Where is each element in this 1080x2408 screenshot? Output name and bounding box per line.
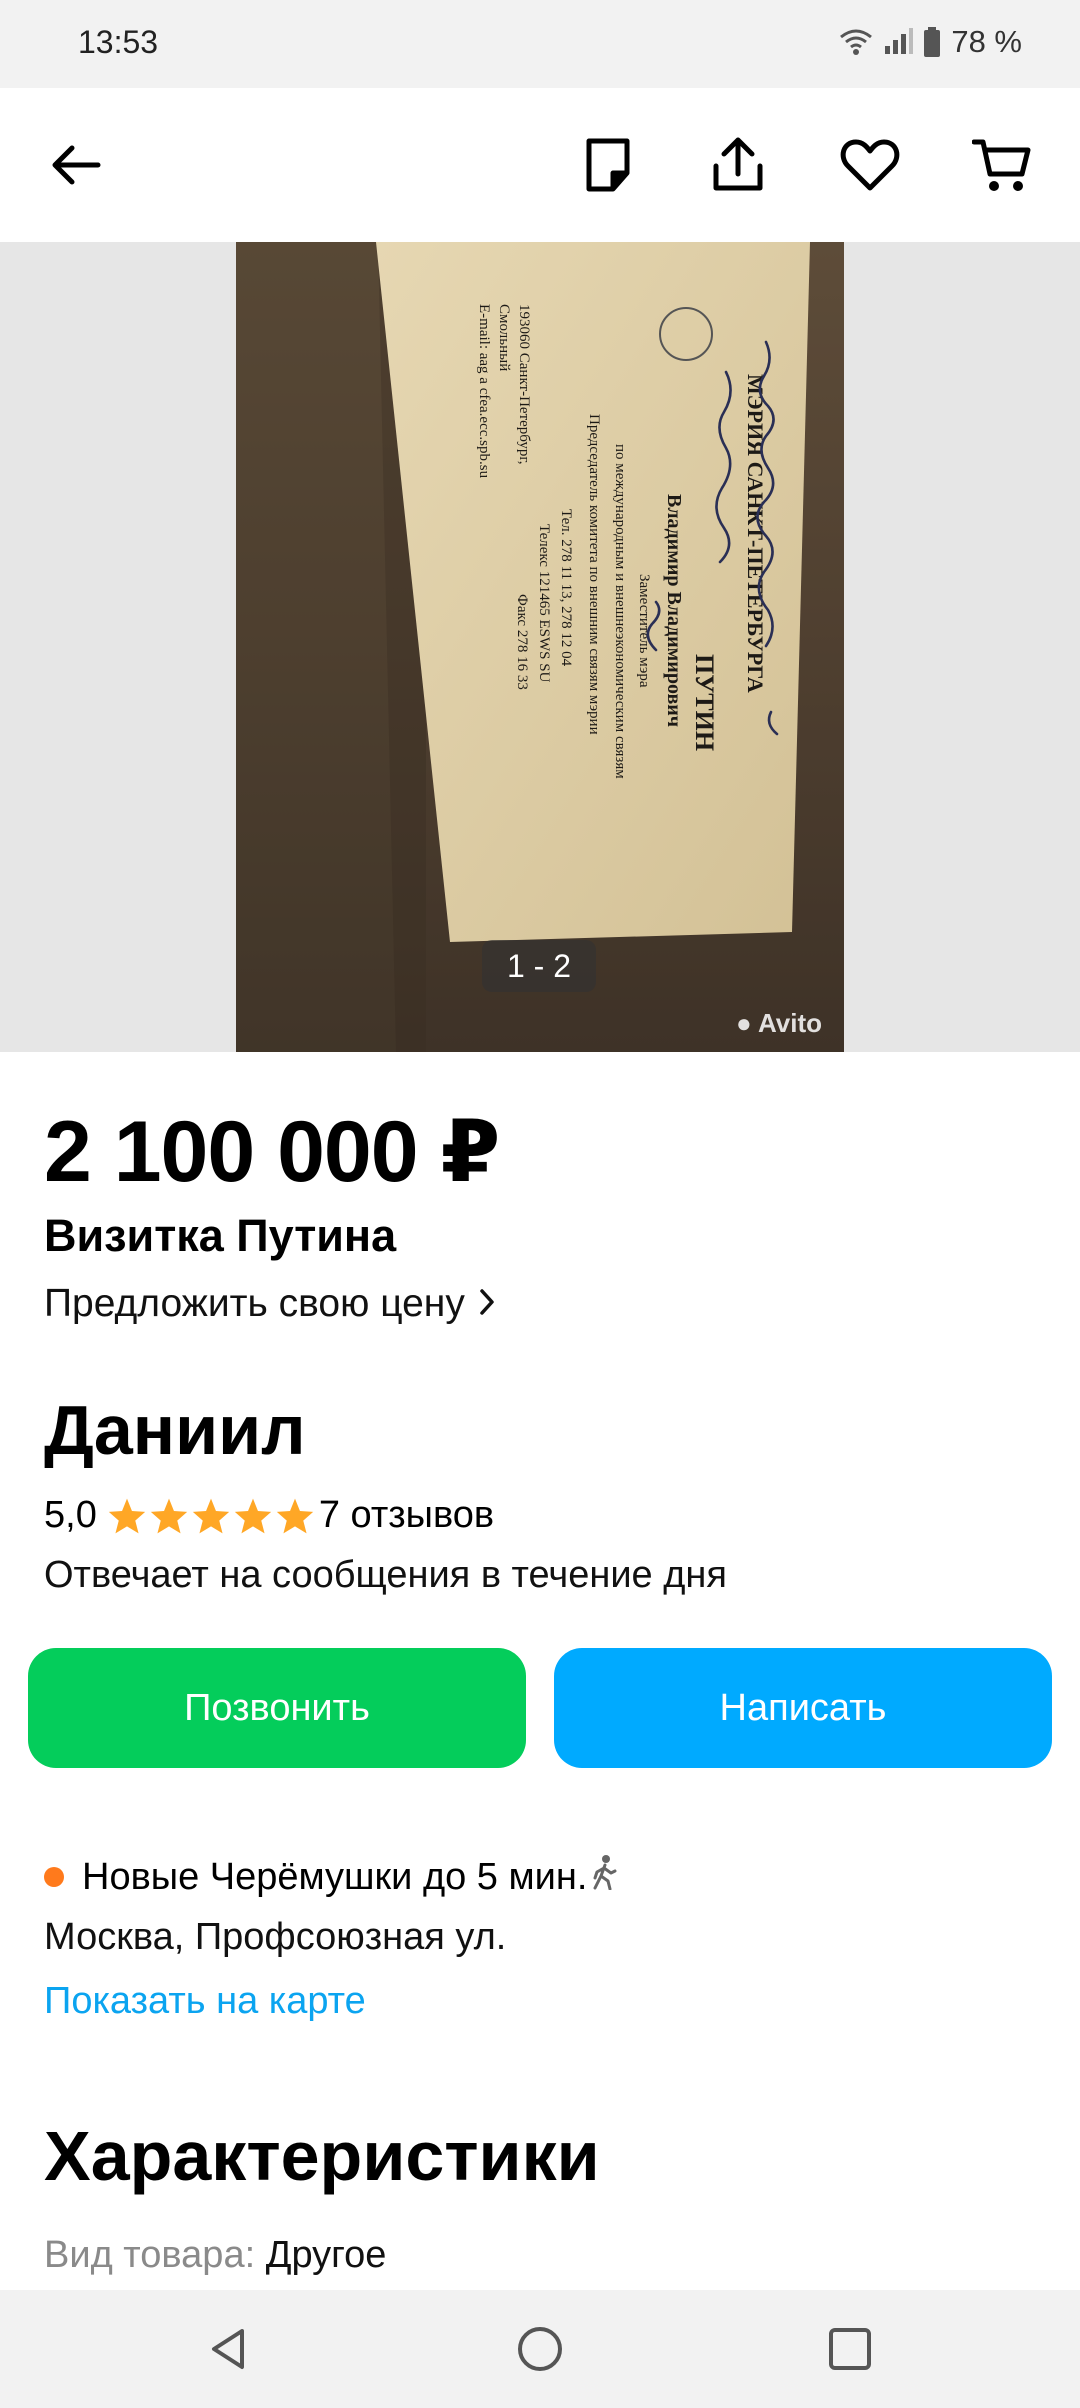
seller-name[interactable]: Даниил: [44, 1390, 306, 1470]
avito-logo-icon: ●: [736, 1008, 758, 1038]
share-icon[interactable]: [698, 125, 778, 205]
status-icons: 78 %: [839, 24, 1022, 60]
card-position-3: Председатель комитета по внешним связям …: [586, 414, 602, 735]
characteristic-row: Вид товара: Другое: [44, 2234, 386, 2277]
seller-rating[interactable]: 5,0 7 отзывов: [44, 1494, 494, 1537]
address: Москва, Профсоюзная ул.: [44, 1916, 507, 1958]
top-toolbar: [0, 88, 1080, 242]
listing-title: Визитка Путина: [44, 1210, 397, 1261]
walking-icon: [591, 1854, 617, 1900]
show-on-map-link[interactable]: Показать на карте: [44, 1980, 366, 2023]
card-telex: Телекс 121465 ESWS SU: [536, 524, 552, 683]
write-button[interactable]: Написать: [554, 1648, 1052, 1768]
star-icon: [108, 1498, 146, 1533]
star-icon: [192, 1498, 230, 1533]
listing-photo[interactable]: МЭРИЯ САНКТ-ПЕТЕРБУРГА ПУТИН Владимир Вл…: [236, 242, 844, 1052]
signal-icon: [883, 28, 914, 56]
photo-gallery[interactable]: МЭРИЯ САНКТ-ПЕТЕРБУРГА ПУТИН Владимир Вл…: [0, 242, 1080, 1052]
photo-counter: 1 - 2: [482, 940, 596, 992]
response-time: Отвечает на сообщения в течение дня: [44, 1554, 727, 1596]
card-name: ПУТИН: [690, 654, 719, 751]
heart-icon[interactable]: [830, 125, 910, 205]
star-icon: [150, 1498, 188, 1533]
battery-icon: [923, 27, 941, 57]
rating-stars: [107, 1497, 315, 1535]
characteristic-key: Вид товара:: [44, 2234, 256, 2276]
wifi-icon: [839, 28, 873, 56]
back-arrow-icon[interactable]: [36, 125, 116, 205]
nav-recents-icon[interactable]: [815, 2314, 885, 2384]
avito-watermark: ● Avito: [736, 1008, 822, 1039]
battery-percent: 78 %: [951, 24, 1022, 59]
reviews-link[interactable]: 7 отзывов: [319, 1494, 494, 1537]
rating-value: 5,0: [44, 1494, 97, 1536]
chevron-right-icon: [479, 1282, 495, 1326]
status-time: 13:53: [78, 24, 159, 60]
metro-label: Новые Черёмушки до 5 мин.: [82, 1855, 588, 1898]
card-fax: Факс 278 16 33: [514, 594, 530, 690]
note-icon[interactable]: [568, 125, 648, 205]
characteristics-title: Характеристики: [44, 2117, 600, 2195]
avito-watermark-text: Avito: [757, 1008, 823, 1038]
metro-line-dot: [44, 1867, 64, 1887]
card-position-2: по международным и внешнеэкономическим с…: [612, 444, 628, 779]
status-bar: 13:53 78 %: [0, 0, 1080, 88]
card-email: E-mail: aag a cfea.ecc.spb.su: [476, 304, 492, 479]
characteristic-value: Другое: [265, 2234, 387, 2276]
card-address-2: Смольный: [496, 304, 512, 371]
card-address-1: 193060 Санкт-Петербург,: [516, 304, 532, 465]
star-icon: [234, 1498, 272, 1533]
system-nav-bar: [0, 2290, 1080, 2408]
cart-icon[interactable]: [962, 125, 1042, 205]
metro-station: Новые Черёмушки до 5 мин.: [44, 1854, 617, 1900]
card-full-name: Владимир Владимирович: [663, 494, 685, 727]
nav-home-icon[interactable]: [505, 2314, 575, 2384]
price: 2 100 000 ₽: [44, 1104, 500, 1200]
star-icon: [276, 1498, 314, 1533]
nav-back-icon[interactable]: [193, 2314, 263, 2384]
offer-price-link[interactable]: Предложить свою цену: [44, 1282, 495, 1326]
offer-price-label: Предложить свою цену: [44, 1282, 465, 1325]
card-phone: Тел. 278 11 13, 278 12 04: [558, 509, 574, 667]
call-button[interactable]: Позвонить: [28, 1648, 526, 1768]
